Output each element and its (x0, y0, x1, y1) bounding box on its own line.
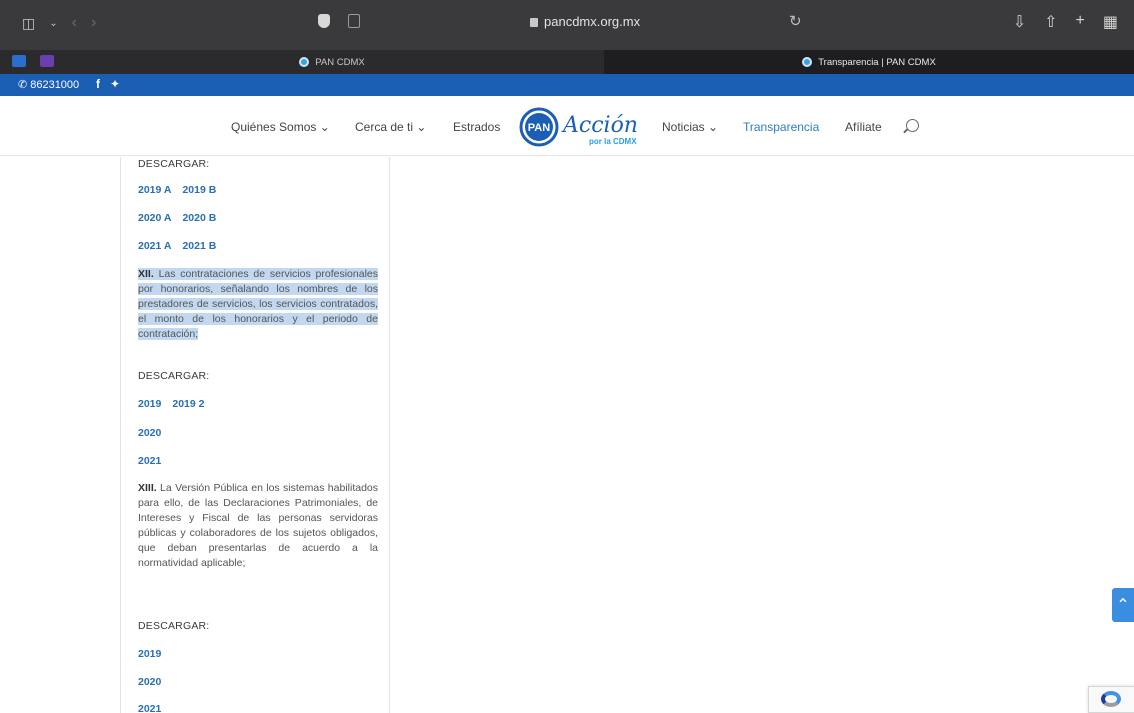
tab-overview-icon[interactable]: ▦ (1103, 12, 1118, 32)
download-links-row: 2021 A 2021 B (138, 240, 378, 252)
download-link[interactable]: 2020 (138, 676, 161, 688)
descargar-heading: DESCARGAR: (138, 370, 210, 382)
recaptcha-badge[interactable] (1088, 686, 1134, 713)
lock-icon (530, 18, 538, 27)
site-topbar: ✆ 86231000 f ✦ (0, 74, 1134, 96)
nav-transparencia[interactable]: Transparencia (743, 120, 819, 134)
phone-number: 86231000 (30, 78, 80, 91)
tab-label: PAN CDMX (315, 56, 365, 68)
download-link[interactable]: 2019 2 (172, 398, 204, 410)
toolbar-right: ⇩ ⇧ + ▦ (1013, 12, 1118, 32)
chevron-up-icon: ⌃ (1116, 597, 1130, 614)
address-text: pancdmx.org.mx (544, 14, 641, 29)
download-links-row: 2019 A 2019 B (138, 184, 378, 196)
download-links-row: 2020 (138, 676, 378, 688)
logo-badge: PAN (528, 122, 550, 134)
download-link[interactable]: 2019 (138, 398, 161, 410)
nav-estrados[interactable]: Estrados (453, 120, 500, 134)
pan-favicon-icon (802, 57, 813, 67)
toolbar-left: ◫ ⌄ ‹ › (22, 14, 96, 32)
nav-cerca-de-ti[interactable]: Cerca de ti ⌄ (355, 120, 426, 134)
download-link[interactable]: 2019 A (138, 184, 171, 196)
download-link[interactable]: 2021 A (138, 240, 171, 252)
outlook-tab-icon[interactable] (12, 55, 26, 67)
descargar-heading: DESCARGAR: (138, 620, 210, 632)
download-link[interactable]: 2019 (138, 648, 161, 660)
tab-transparencia[interactable]: Transparencia | PAN CDMX (604, 50, 1134, 74)
phone-link[interactable]: ✆ 86231000 (18, 78, 80, 92)
reload-icon[interactable]: ↻ (789, 12, 802, 30)
download-links-row: 2019 (138, 648, 378, 660)
download-links-row: 2020 (138, 427, 378, 439)
download-link[interactable]: 2021 B (182, 240, 216, 252)
download-links-row: 2021 (138, 703, 378, 713)
section-text: La Versión Pública en los sistemas habil… (138, 482, 379, 569)
facebook-icon[interactable]: f (96, 77, 100, 91)
tab-label: Transparencia | PAN CDMX (818, 56, 936, 68)
back-arrow-icon[interactable]: ‹ (72, 14, 77, 32)
share-icon[interactable]: ⇧ (1044, 12, 1057, 32)
address-bar[interactable]: pancdmx.org.mx (530, 14, 640, 29)
transparency-content: DESCARGAR: 2019 A 2019 B 2020 A 2020 B 2… (120, 157, 390, 713)
pinned-tab-icon[interactable] (40, 55, 54, 67)
section-text: Las contrataciones de servicios profesio… (138, 268, 378, 340)
sidebar-toggle-icon[interactable]: ◫ (22, 15, 35, 32)
section-number: XIII. (138, 482, 157, 494)
section-xii: XII. Las contrataciones de servicios pro… (138, 267, 378, 342)
reader-icon[interactable] (348, 14, 360, 28)
download-link[interactable]: 2020 B (182, 212, 216, 224)
nav-quienes-somos[interactable]: Quiénes Somos ⌄ (231, 120, 330, 134)
back-to-top-button[interactable]: ⌃ (1112, 588, 1134, 622)
download-links-row: 2021 (138, 455, 378, 467)
new-tab-icon[interactable]: + (1076, 12, 1085, 32)
logo-subtext: por la CDMX (589, 137, 637, 146)
pan-favicon-icon (299, 57, 310, 67)
browser-toolbar: ◫ ⌄ ‹ › pancdmx.org.mx ↻ ⇩ ⇧ + ▦ (0, 0, 1134, 50)
twitter-icon[interactable]: ✦ (110, 77, 120, 91)
forward-arrow-icon[interactable]: › (91, 14, 96, 32)
download-link[interactable]: 2021 (138, 703, 161, 713)
search-icon[interactable] (906, 119, 919, 132)
tab-bar: PAN CDMX Transparencia | PAN CDMX (0, 50, 1134, 74)
section-number: XII. (138, 268, 154, 280)
site-nav: Quiénes Somos ⌄ Cerca de ti ⌄ Estrados P… (0, 96, 1134, 156)
section-xiii: XIII. La Versión Pública en los sistemas… (138, 481, 378, 571)
privacy-shield-icon[interactable] (318, 14, 330, 28)
recaptcha-icon (1101, 691, 1121, 707)
tab-pan-cdmx[interactable]: PAN CDMX (62, 50, 602, 74)
download-link[interactable]: 2021 (138, 455, 161, 467)
chevron-down-icon[interactable]: ⌄ (49, 18, 57, 29)
phone-icon: ✆ (18, 79, 28, 91)
download-links-row: 2019 2019 2 (138, 398, 378, 410)
download-link[interactable]: 2020 (138, 427, 161, 439)
pan-logo[interactable]: PAN Acción por la CDMX (519, 104, 639, 150)
nav-afiliate[interactable]: Afíliate (845, 120, 882, 134)
nav-noticias[interactable]: Noticias ⌄ (662, 120, 718, 134)
download-links-row: 2020 A 2020 B (138, 212, 378, 224)
download-icon[interactable]: ⇩ (1013, 12, 1026, 32)
social-links: f ✦ (96, 77, 120, 91)
download-link[interactable]: 2019 B (182, 184, 216, 196)
download-link[interactable]: 2020 A (138, 212, 171, 224)
descargar-heading: DESCARGAR: (138, 158, 210, 170)
logo-text: Acción (561, 113, 638, 138)
